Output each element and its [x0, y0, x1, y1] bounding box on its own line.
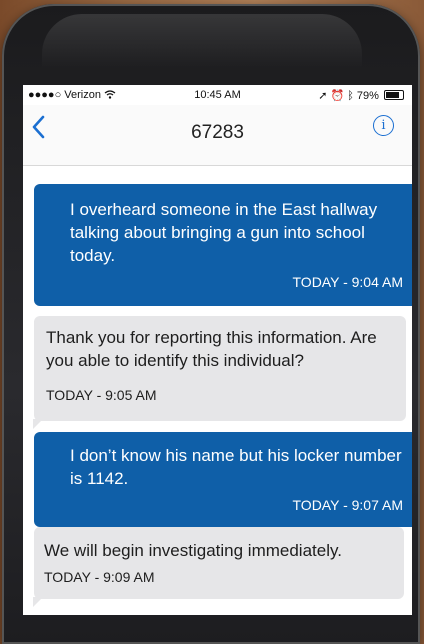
- message-timestamp: TODAY - 9:05 AM: [46, 387, 157, 403]
- message-timestamp: TODAY - 9:09 AM: [44, 569, 155, 585]
- message-bubble-received[interactable]: Thank you for reporting this information…: [33, 316, 406, 429]
- navigation-bar: 67283 i: [23, 105, 412, 166]
- bubble-tail: [33, 597, 43, 607]
- message-timestamp: TODAY - 9:07 AM: [292, 497, 404, 513]
- battery-icon: [384, 90, 404, 100]
- phone-screen: ●●●●○ Verizon 10:45 AM ➚ ⏰ ᛒ 79% 67283 i…: [23, 85, 412, 615]
- alarm-icon: ⏰: [330, 90, 345, 102]
- message-bubble-sent[interactable]: I don’t know his name but his locker num…: [34, 432, 412, 527]
- location-icon: ➚: [318, 90, 328, 102]
- message-text: I don’t know his name but his locker num…: [70, 446, 402, 488]
- message-bubble-sent[interactable]: I overheard someone in the East hallway …: [34, 184, 412, 306]
- bezel-shine: [42, 14, 362, 69]
- bubble-tail: [33, 419, 43, 429]
- battery-percent: 79%: [356, 90, 379, 102]
- phone-frame: ●●●●○ Verizon 10:45 AM ➚ ⏰ ᛒ 79% 67283 i…: [2, 4, 420, 644]
- conversation-title: 67283: [191, 122, 244, 143]
- battery-fill: [386, 92, 399, 98]
- info-icon: i: [381, 118, 386, 133]
- info-button[interactable]: i: [373, 115, 394, 136]
- status-bar: ●●●●○ Verizon 10:45 AM ➚ ⏰ ᛒ 79%: [23, 85, 412, 105]
- message-timestamp: TODAY - 9:04 AM: [292, 274, 404, 290]
- message-text: We will begin investigating immediately.: [44, 541, 342, 560]
- bluetooth-icon: ᛒ: [347, 90, 354, 102]
- status-right: ➚ ⏰ ᛒ 79%: [318, 89, 404, 102]
- message-text: I overheard someone in the East hallway …: [70, 200, 378, 265]
- message-bubble-received[interactable]: We will begin investigating immediately.…: [33, 527, 404, 607]
- message-text: Thank you for reporting this information…: [46, 328, 377, 370]
